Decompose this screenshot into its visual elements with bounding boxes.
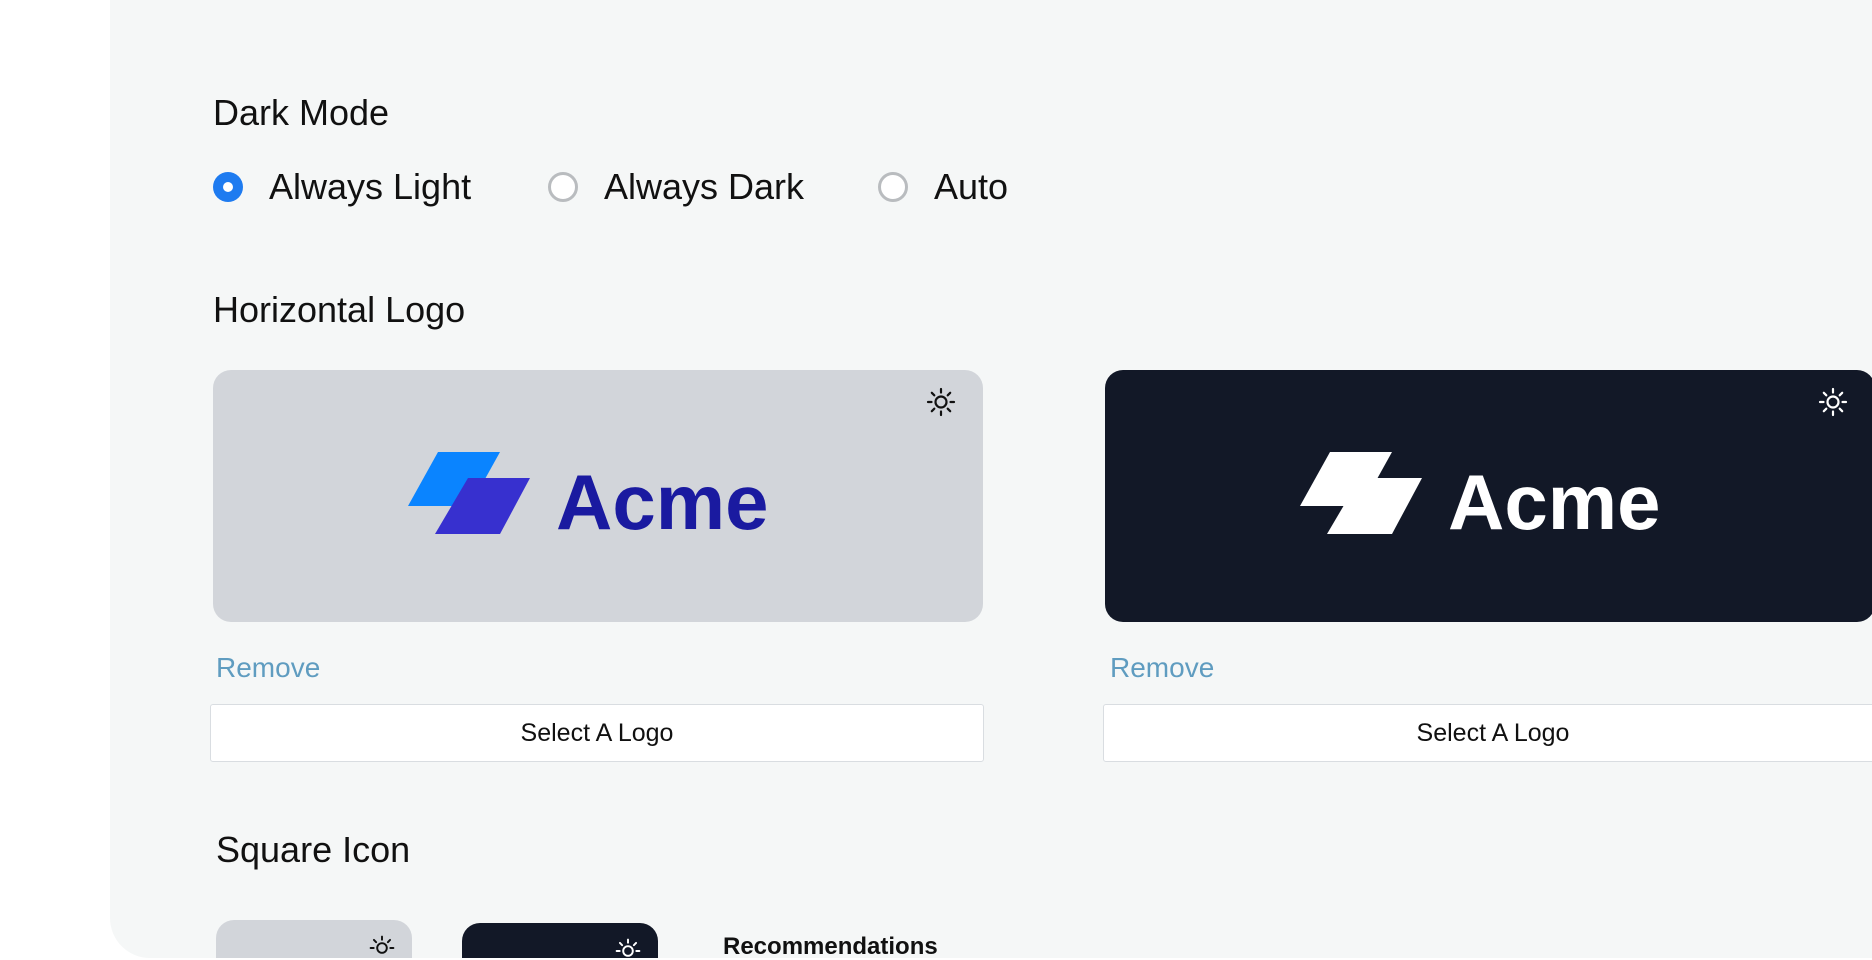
acme-logo-light: Acme [408, 452, 768, 546]
radio-always-dark[interactable]: Always Dark [548, 166, 804, 208]
dark-mode-title: Dark Mode [213, 92, 390, 133]
radio-button[interactable] [878, 172, 908, 202]
square-icon-preview-dark[interactable] [462, 923, 658, 958]
radio-auto[interactable]: Auto [878, 166, 1008, 208]
radio-button[interactable] [548, 172, 578, 202]
logo-preview-light[interactable]: Acme [213, 370, 983, 622]
sun-icon[interactable] [368, 934, 396, 958]
radio-button-checked[interactable] [213, 172, 243, 202]
recommendations-heading: Recommendations [723, 933, 938, 958]
sun-icon[interactable] [614, 937, 642, 958]
sun-icon[interactable] [925, 386, 957, 418]
radio-label-always-light: Always Light [269, 166, 472, 207]
logo-preview-dark[interactable]: Acme [1105, 370, 1872, 622]
logo-brand-text: Acme [556, 458, 768, 546]
select-light-logo-button[interactable]: Select A Logo [210, 704, 984, 762]
radio-always-light[interactable]: Always Light [213, 166, 471, 208]
radio-label-always-dark: Always Dark [604, 166, 805, 207]
sun-icon[interactable] [1817, 386, 1849, 418]
select-dark-logo-button[interactable]: Select A Logo [1103, 704, 1872, 762]
square-icon-title: Square Icon [216, 829, 411, 870]
settings-panel: Dark Mode Always Light Always Dark Auto … [110, 0, 1872, 958]
remove-light-logo-link[interactable]: Remove [216, 652, 320, 684]
horizontal-logo-title: Horizontal Logo [213, 289, 466, 330]
radio-label-auto: Auto [934, 166, 1009, 207]
square-icon-preview-light[interactable] [216, 920, 412, 958]
remove-dark-logo-link[interactable]: Remove [1110, 652, 1214, 684]
acme-logo-dark: Acme [1300, 452, 1660, 546]
logo-brand-text: Acme [1448, 458, 1660, 546]
